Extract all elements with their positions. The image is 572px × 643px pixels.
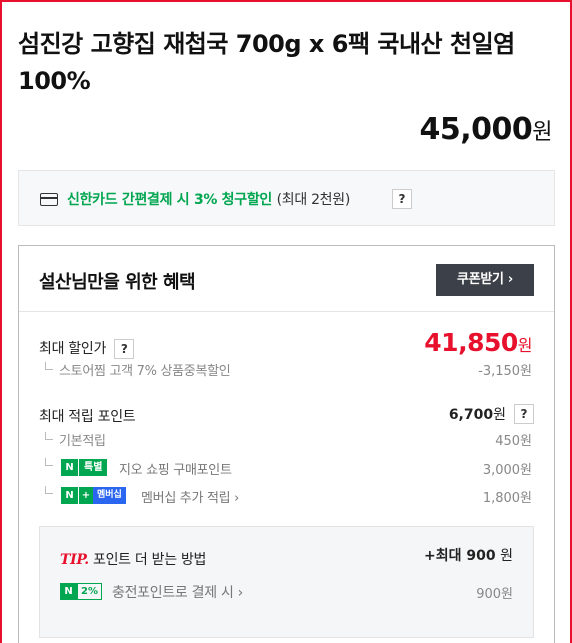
- max-points-help-button[interactable]: ?: [514, 404, 534, 424]
- membership-points-link[interactable]: 멤버십 추가 적립 ›: [141, 487, 239, 506]
- max-discount-help-button[interactable]: ?: [114, 339, 135, 359]
- max-discount-price: 41,850원: [424, 328, 532, 357]
- card-promo-sub: (최대 2천원): [276, 192, 351, 208]
- basic-points-label: 기본적립: [59, 434, 106, 449]
- membership-badge-label: 멤버십: [93, 487, 126, 504]
- card-promo-text: 신한카드 간편결제 시 3% 청구할인 (최대 2천원): [67, 189, 350, 209]
- credit-card-icon: [40, 193, 58, 206]
- max-discount-label-text: 최대 할인가: [39, 341, 107, 357]
- card-promo-label: 신한카드 간편결제 시 3% 청구할인: [67, 192, 273, 208]
- tip-max-number: 900: [466, 548, 496, 564]
- tip-max-unit: 원: [495, 548, 513, 564]
- naver-n-icon: N: [61, 459, 78, 476]
- max-points-unit: 원: [493, 407, 506, 423]
- naver-n-icon: N: [60, 583, 77, 600]
- tree-connector: [45, 486, 53, 494]
- benefit-panel: 설산님만을 위한 혜택 쿠폰받기 › 최대 할인가 ? 41,850원 스토어찜…: [18, 245, 555, 643]
- price-value: 45,000: [419, 112, 533, 147]
- geo-points-value: 3,000원: [482, 463, 532, 478]
- product-title: 섬진강 고향집 재첩국 700g x 6팩 국내산 천일염 100%: [18, 30, 515, 95]
- store-discount-label: 스토어찜 고객 7% 상품중복할인: [59, 364, 231, 379]
- max-discount-label: 최대 할인가 ?: [39, 338, 135, 359]
- tree-connector: [45, 432, 53, 440]
- tip-max-prefix: +최대: [424, 548, 467, 564]
- card-promo-help-button[interactable]: ?: [392, 189, 412, 209]
- benefit-header: 설산님만을 위한 혜택 쿠폰받기 ›: [19, 246, 554, 312]
- geo-points-label: 지오 쇼핑 구매포인트: [119, 463, 232, 478]
- charge-points-value: 900원: [476, 587, 513, 602]
- store-discount-value: -3,150원: [478, 364, 532, 379]
- plus-icon: +: [79, 487, 93, 504]
- card-promo-box: 신한카드 간편결제 시 3% 청구할인 (최대 2천원) ?: [18, 170, 555, 226]
- max-discount-value: 41,850: [424, 328, 518, 357]
- max-discount-unit: 원: [517, 336, 533, 355]
- tree-connector: [45, 458, 53, 466]
- max-points-label: 최대 적립 포인트: [39, 409, 136, 425]
- benefit-title: 설산님만을 위한 혜택: [39, 272, 196, 293]
- naver-n-icon: N: [61, 487, 78, 504]
- tip-title: TIP. 포인트 더 받는 방법: [60, 549, 206, 569]
- charge-badge-label: 2%: [77, 583, 102, 600]
- membership-badge: N + 멤버십: [61, 487, 126, 504]
- tree-connector: [45, 362, 53, 370]
- coupon-button[interactable]: 쿠폰받기 ›: [436, 264, 534, 296]
- tip-title-text: 포인트 더 받는 방법: [93, 552, 207, 568]
- basic-points-value: 450원: [495, 434, 532, 449]
- product-price: 45,000원: [419, 112, 552, 147]
- charge-badge: N 2%: [60, 583, 102, 600]
- tip-max-value: +최대 900 원: [424, 545, 513, 565]
- tip-box: TIP. 포인트 더 받는 방법 +최대 900 원 N 2% 충전포인트로 결…: [39, 526, 534, 638]
- special-badge: N 특별: [61, 459, 108, 476]
- tip-tag: TIP.: [60, 552, 89, 568]
- membership-points-value: 1,800원: [482, 491, 532, 506]
- charge-points-link[interactable]: 충전포인트로 결제 시 ›: [112, 582, 243, 602]
- max-points-number: 6,700: [448, 407, 494, 423]
- max-points-value: 6,700원: [449, 404, 506, 424]
- special-badge-label: 특별: [79, 459, 108, 476]
- price-unit: 원: [532, 120, 552, 145]
